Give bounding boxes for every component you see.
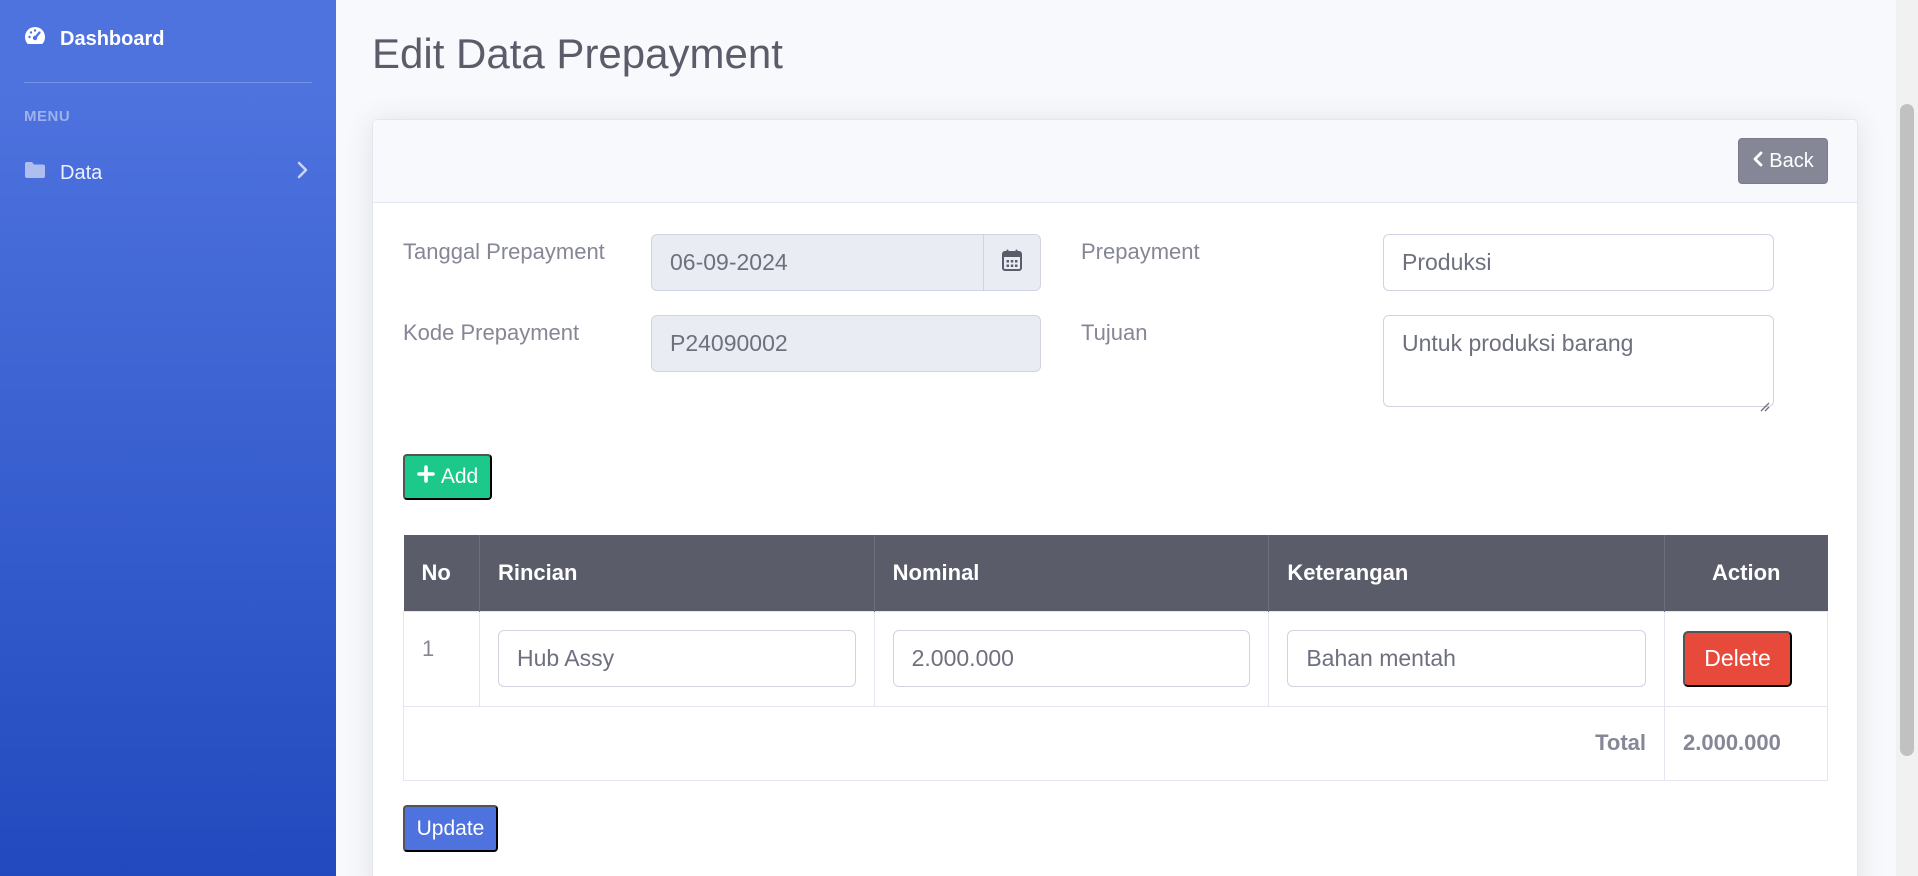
add-row-button[interactable]: Add bbox=[403, 454, 492, 500]
table-row: 1 Hub Assy 2.000.000 Bahan mentah Delete bbox=[403, 610, 1828, 707]
plus-icon bbox=[417, 465, 435, 489]
detail-table: No Rincian Nominal Keterangan Action 1 H… bbox=[403, 535, 1828, 781]
page-scrollbar[interactable] bbox=[1896, 0, 1918, 876]
tanggal-input[interactable]: 06-09-2024 bbox=[651, 234, 1041, 291]
calendar-button[interactable] bbox=[983, 235, 1040, 290]
total-value: 2.000.000 bbox=[1664, 705, 1828, 781]
sidebar-item-data[interactable]: Data bbox=[24, 158, 308, 188]
page-title: Edit Data Prepayment bbox=[372, 30, 783, 77]
sidebar-item-label: Data bbox=[60, 161, 103, 184]
kode-label: Kode Prepayment bbox=[403, 320, 580, 345]
tanggal-label: Tanggal Prepayment bbox=[403, 239, 605, 264]
add-button-label: Add bbox=[440, 465, 479, 488]
prepayment-input[interactable]: Produksi bbox=[1383, 234, 1774, 291]
card-header: Back bbox=[373, 120, 1857, 203]
delete-button[interactable]: Delete bbox=[1683, 630, 1792, 687]
col-header-nominal: Nominal bbox=[874, 535, 1270, 611]
sidebar-divider bbox=[24, 82, 312, 83]
col-header-no: No bbox=[403, 535, 480, 611]
sidebar-heading: MENU bbox=[24, 108, 71, 125]
col-header-action: Action bbox=[1664, 535, 1828, 611]
resize-handle-icon[interactable] bbox=[1758, 391, 1770, 412]
edit-card: Back Tanggal Prepayment 06-09-2024 Kode … bbox=[372, 119, 1858, 876]
sidebar: Dashboard MENU Data bbox=[0, 0, 336, 876]
tanggal-value: 06-09-2024 bbox=[670, 249, 788, 275]
row-number: 1 bbox=[403, 610, 480, 707]
keterangan-value: Bahan mentah bbox=[1306, 645, 1456, 671]
col-header-rincian: Rincian bbox=[479, 535, 875, 611]
nominal-value: 2.000.000 bbox=[911, 645, 1014, 671]
tachometer-icon bbox=[24, 26, 46, 52]
tujuan-value: Untuk produksi barang bbox=[1402, 330, 1634, 356]
prepayment-label: Prepayment bbox=[1081, 239, 1200, 264]
total-row: Total 2.000.000 bbox=[403, 705, 1828, 781]
rincian-cell: Hub Assy bbox=[478, 610, 875, 707]
sidebar-brand[interactable]: Dashboard bbox=[24, 26, 164, 52]
total-label: Total bbox=[403, 705, 1665, 781]
prepayment-value: Produksi bbox=[1402, 249, 1492, 275]
col-header-keterangan: Keterangan bbox=[1268, 535, 1665, 611]
chevron-right-icon bbox=[296, 161, 308, 185]
chevron-left-icon bbox=[1752, 150, 1763, 173]
calendar-icon bbox=[1002, 249, 1022, 277]
nominal-input[interactable]: 2.000.000 bbox=[892, 630, 1251, 687]
keterangan-cell: Bahan mentah bbox=[1268, 610, 1665, 707]
keterangan-input[interactable]: Bahan mentah bbox=[1287, 630, 1646, 687]
kode-value: P24090002 bbox=[670, 330, 788, 356]
back-button-label: Back bbox=[1769, 149, 1814, 172]
rincian-input[interactable]: Hub Assy bbox=[497, 630, 856, 687]
kode-input[interactable]: P24090002 bbox=[651, 315, 1041, 372]
sidebar-brand-label: Dashboard bbox=[60, 27, 165, 50]
main-content: Edit Data Prepayment Back Tanggal Prepay… bbox=[336, 0, 1896, 876]
table-header-row: No Rincian Nominal Keterangan Action bbox=[403, 535, 1828, 611]
back-button[interactable]: Back bbox=[1738, 138, 1828, 184]
tujuan-label: Tujuan bbox=[1081, 320, 1148, 345]
scrollbar-thumb[interactable] bbox=[1900, 104, 1914, 756]
rincian-value: Hub Assy bbox=[516, 645, 615, 671]
action-cell: Delete bbox=[1664, 610, 1828, 707]
update-button[interactable]: Update bbox=[403, 805, 498, 852]
folder-icon bbox=[24, 161, 46, 185]
tujuan-textarea[interactable]: Untuk produksi barang bbox=[1383, 315, 1774, 412]
nominal-cell: 2.000.000 bbox=[873, 610, 1270, 707]
